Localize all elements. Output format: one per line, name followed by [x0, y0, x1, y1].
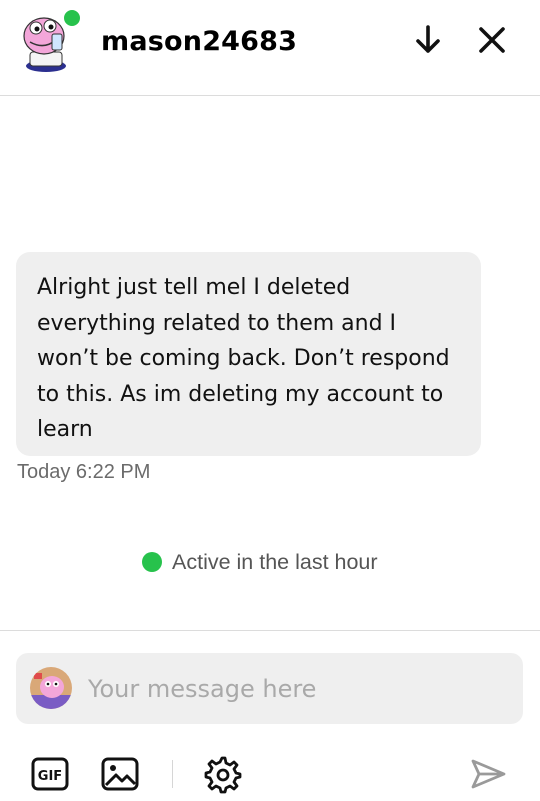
settings-button[interactable] [202, 754, 242, 794]
send-icon [471, 759, 506, 789]
chat-header: mason24683 [0, 0, 540, 96]
username[interactable]: mason24683 [101, 26, 297, 57]
message-timestamp: Today 6:22 PM [17, 461, 151, 483]
gif-label: GIF [38, 769, 62, 784]
gif-icon: GIF [31, 757, 69, 791]
close-button[interactable] [472, 20, 512, 60]
gif-button[interactable]: GIF [30, 754, 70, 794]
composer-divider [0, 630, 540, 631]
message-bubble: Alright just tell mel I deleted everythi… [16, 252, 481, 456]
toolbar-separator [172, 760, 173, 788]
image-icon [101, 757, 139, 791]
gear-icon [204, 756, 242, 794]
online-status-dot [62, 8, 82, 28]
active-status: Active in the last hour [142, 547, 378, 577]
scroll-down-button[interactable] [408, 20, 448, 60]
composer [16, 653, 523, 724]
arrow-down-icon [416, 25, 440, 53]
image-button[interactable] [100, 754, 140, 794]
self-avatar [30, 667, 72, 709]
message-input[interactable] [86, 665, 510, 713]
active-status-text: Active in the last hour [172, 549, 378, 574]
send-button[interactable] [468, 754, 508, 794]
active-dot-icon [142, 552, 162, 572]
close-icon [479, 27, 505, 53]
